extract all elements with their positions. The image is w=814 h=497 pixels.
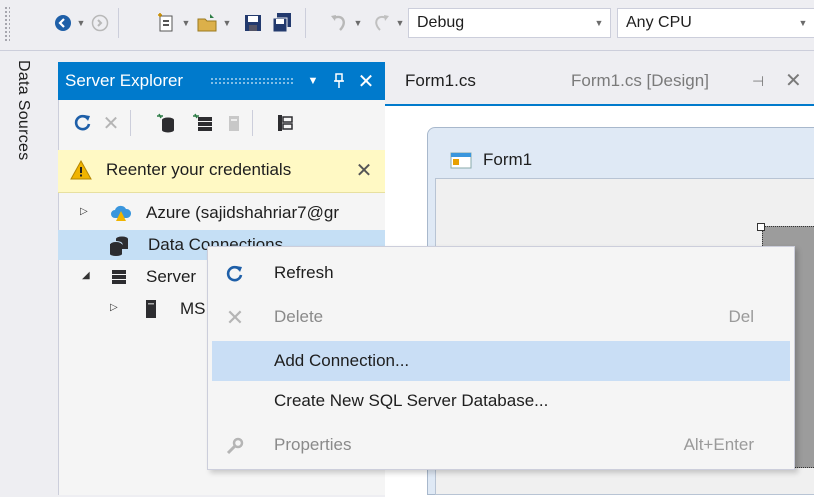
tree-node-label: Azure (sajidshahriar7@gr (146, 203, 340, 222)
undo-dropdown-icon[interactable]: ▼ (352, 10, 364, 36)
context-menu: Refresh ✕ Delete Del Add Connection... C… (207, 246, 795, 470)
solution-configuration-value: Debug (417, 14, 465, 31)
data-sources-tab-label: Data Sources (15, 60, 32, 161)
save-all-icon[interactable] (269, 10, 295, 36)
menu-item-label: Properties (274, 435, 352, 454)
pin-tab-icon[interactable]: ⊣ (752, 73, 764, 90)
form-icon (450, 150, 472, 174)
new-project-dropdown-icon[interactable]: ▼ (180, 10, 192, 36)
navigate-forward-icon[interactable] (87, 10, 113, 36)
tree-node-azure[interactable]: ▷ Azure (sajidshahriar7@gr (58, 198, 385, 228)
close-icon[interactable]: ✕ (355, 68, 377, 94)
toolbar-separator (130, 110, 131, 136)
refresh-icon (222, 261, 248, 287)
expand-arrow-icon[interactable]: ▷ (110, 302, 122, 316)
warning-text: Reenter your credentials (106, 160, 292, 179)
undo-icon[interactable] (326, 10, 352, 36)
credentials-warning-bar[interactable]: Reenter your credentials ✕ (58, 150, 385, 193)
menu-item-shortcut: Alt+Enter (683, 435, 754, 454)
menu-item-properties[interactable]: Properties Alt+Enter (212, 425, 790, 465)
open-file-dropdown-icon[interactable]: ▼ (221, 10, 233, 36)
navigate-back-dropdown-icon[interactable]: ▼ (75, 10, 87, 36)
servers-icon (108, 266, 130, 288)
connect-to-database-icon[interactable] (154, 110, 180, 136)
server-explorer-title: Server Explorer (65, 71, 184, 90)
solution-configuration-dropdown[interactable]: Debug ▼ (408, 8, 611, 38)
menu-item-refresh[interactable]: Refresh (212, 253, 790, 293)
data-sources-tab[interactable]: Data Sources (14, 60, 42, 210)
menu-item-label: Refresh (274, 263, 334, 282)
main-toolbar: ▼ ▼ ▼ ▼ ▼ Debug ▼ Any CPU ▼ (0, 0, 814, 51)
data-connections-icon (108, 234, 130, 256)
server-explorer-toolbar: ✕ (58, 100, 385, 148)
menu-item-label: Add Connection... (274, 351, 410, 370)
close-tab-icon[interactable]: ✕ (785, 68, 802, 93)
new-project-icon[interactable] (153, 10, 179, 36)
warning-icon (70, 159, 92, 184)
server-machine-icon (140, 298, 162, 320)
tab-form1-design[interactable]: Form1.cs [Design] (571, 71, 709, 91)
connect-to-server-icon[interactable] (190, 110, 216, 136)
resize-handle[interactable] (757, 223, 765, 231)
chevron-down-icon: ▼ (798, 18, 808, 28)
solution-platform-value: Any CPU (626, 14, 692, 31)
navigate-back-icon[interactable] (50, 10, 76, 36)
stop-icon[interactable]: ✕ (98, 110, 124, 136)
menu-item-delete[interactable]: ✕ Delete Del (212, 297, 790, 337)
save-icon[interactable] (240, 10, 266, 36)
form-title: Form1 (483, 150, 533, 169)
toolbar-separator (305, 8, 306, 38)
pin-icon[interactable] (328, 68, 350, 94)
tree-node-label: Server (146, 267, 197, 286)
tree-node-label: MS (180, 299, 206, 318)
azure-cloud-icon (110, 202, 132, 224)
redo-icon[interactable] (368, 10, 394, 36)
collapse-arrow-icon[interactable]: ◢ (82, 270, 94, 284)
open-file-icon[interactable] (195, 10, 221, 36)
refresh-icon[interactable] (70, 110, 96, 136)
solution-platform-dropdown[interactable]: Any CPU ▼ (617, 8, 814, 38)
document-tabs: Form1.cs Form1.cs [Design] ⊣ ✕ (385, 62, 814, 104)
tab-form1-cs[interactable]: Form1.cs (405, 71, 476, 91)
connect-to-sharepoint-icon[interactable] (220, 110, 246, 136)
server-explorer-titlebar[interactable]: Server Explorer ▼ ✕ (58, 62, 385, 100)
chevron-down-icon: ▼ (594, 18, 604, 28)
toolbar-separator (118, 8, 119, 38)
menu-item-label: Create New SQL Server Database... (274, 391, 549, 410)
menu-item-label: Delete (274, 307, 324, 326)
properties-icon[interactable] (272, 110, 298, 136)
titlebar-grip (210, 77, 294, 85)
wrench-icon (222, 433, 248, 459)
window-position-dropdown-icon[interactable]: ▼ (302, 68, 324, 94)
menu-item-shortcut: Del (728, 307, 754, 326)
menu-item-create-sql-database[interactable]: Create New SQL Server Database... (212, 381, 790, 421)
redo-dropdown-icon[interactable]: ▼ (394, 10, 406, 36)
expand-arrow-icon[interactable]: ▷ (80, 206, 92, 220)
menu-item-add-connection[interactable]: Add Connection... (212, 341, 790, 381)
toolbar-separator (252, 110, 253, 136)
delete-icon: ✕ (225, 305, 245, 330)
dismiss-warning-icon[interactable]: ✕ (352, 157, 376, 183)
toolbar-grip[interactable] (4, 6, 10, 42)
